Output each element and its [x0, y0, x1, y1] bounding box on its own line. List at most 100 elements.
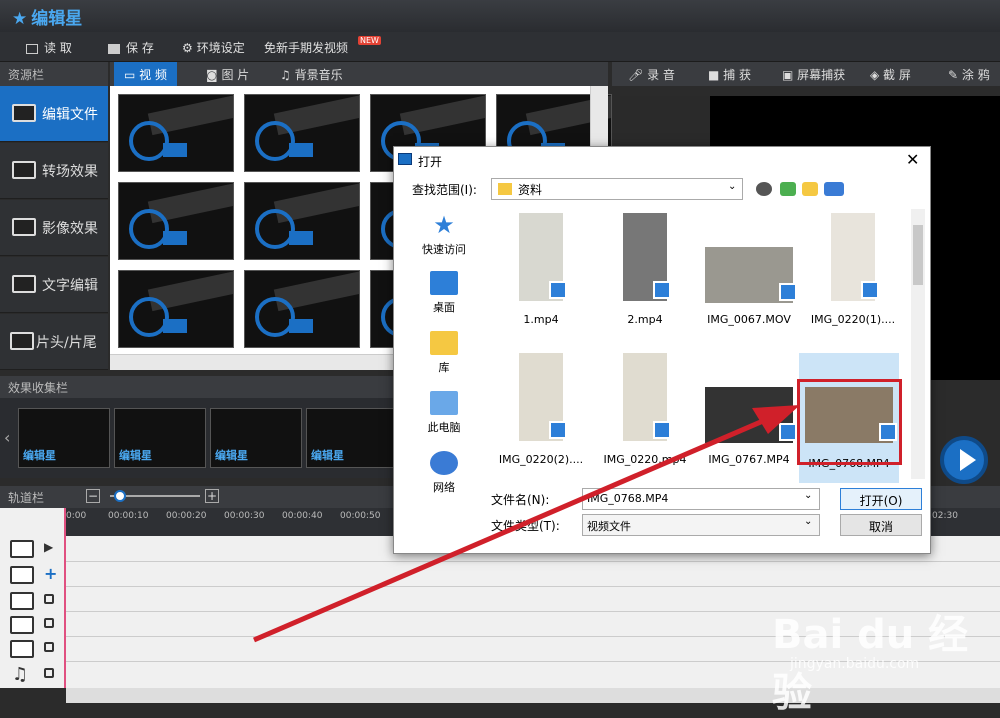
- file-name: IMG_0220(1)....: [810, 313, 896, 326]
- track-controls: ▶ + ♫: [0, 508, 66, 688]
- settings-menu[interactable]: ⚙ 环境设定: [182, 39, 245, 56]
- tab-video[interactable]: ▭ 视 频: [114, 62, 177, 86]
- new-folder-icon[interactable]: [802, 182, 818, 196]
- sidebar-item-edit-files[interactable]: 编辑文件: [0, 86, 108, 142]
- sidebar-item-label: 文字编辑: [42, 278, 98, 294]
- screen-capture-button[interactable]: ▣ 屏幕捕获: [782, 66, 845, 83]
- add-icon[interactable]: +: [44, 564, 57, 583]
- effect-item[interactable]: 编辑星: [210, 408, 302, 468]
- place-desktop[interactable]: 桌面: [412, 271, 476, 315]
- free-video-menu[interactable]: 免新手期发视频: [264, 39, 348, 56]
- place-this-pc[interactable]: 此电脑: [412, 391, 476, 435]
- place-library[interactable]: 库: [412, 331, 476, 375]
- filename-label: 文件名(N):: [491, 493, 550, 507]
- media-thumb[interactable]: [244, 182, 360, 260]
- camera-icon: ◙: [206, 68, 222, 82]
- file-item[interactable]: IMG_0067.MOV: [699, 209, 799, 339]
- file-name: 2.mp4: [627, 313, 663, 326]
- resource-panel-header: 资源栏: [0, 62, 108, 86]
- tab-image[interactable]: ◙ 图 片: [196, 62, 259, 86]
- ruler-tick: 0:00: [66, 511, 87, 521]
- file-item[interactable]: IMG_0220(2)....: [491, 349, 591, 479]
- media-thumb[interactable]: [118, 270, 234, 348]
- media-thumb[interactable]: [244, 94, 360, 172]
- ruler-tick: 00:00:30: [224, 511, 265, 521]
- screenshot-icon: ◈: [870, 68, 884, 82]
- place-quick-access[interactable]: ★ 快速访问: [412, 213, 476, 257]
- right-toolbar: 🎤︎ 录 音 ■ 捕 获 ▣ 屏幕捕获 ◈ 截 屏 ✎ 涂 鸦: [612, 62, 1000, 86]
- app-icon: [398, 153, 412, 165]
- save-menu[interactable]: 保 存: [108, 39, 154, 56]
- place-network[interactable]: 网络: [412, 451, 476, 495]
- file-thumbnail: [623, 213, 671, 301]
- sidebar-item-image-effects[interactable]: 影像效果: [0, 200, 108, 256]
- video-file-icon: [861, 281, 879, 299]
- media-thumb[interactable]: [118, 182, 234, 260]
- file-name: IMG_0220(2)....: [498, 453, 584, 466]
- back-icon[interactable]: [756, 182, 772, 196]
- sidebar-item-transitions[interactable]: 转场效果: [0, 143, 108, 199]
- capture-label: 捕 获: [723, 68, 751, 82]
- place-label: 网络: [433, 481, 455, 494]
- chevron-down-icon[interactable]: ⌄: [804, 516, 812, 527]
- open-menu[interactable]: 读 取: [26, 39, 72, 56]
- screenshot-button[interactable]: ◈ 截 屏: [870, 66, 911, 83]
- effect-item[interactable]: 编辑星: [306, 408, 398, 468]
- file-list-vscroll[interactable]: [911, 209, 925, 479]
- brush-icon: ✎: [948, 68, 962, 82]
- sidebar-item-intro-outro[interactable]: 片头/片尾: [0, 314, 108, 370]
- capture-button[interactable]: ■ 捕 获: [708, 66, 751, 83]
- star-icon: ★: [12, 9, 28, 29]
- chevron-down-icon[interactable]: ⌄: [804, 490, 812, 501]
- chevron-left-icon[interactable]: ‹: [4, 428, 10, 447]
- cancel-button[interactable]: 取消: [840, 514, 922, 536]
- ruler-tick: 00:00:20: [166, 511, 207, 521]
- video-file-icon: [779, 283, 797, 301]
- tab-bgm[interactable]: ♫ 背景音乐: [270, 62, 353, 86]
- file-item[interactable]: IMG_0220.mp4: [595, 349, 695, 479]
- folder-icon: [26, 43, 38, 54]
- lock-icon[interactable]: [44, 668, 54, 678]
- film-icon: [12, 104, 36, 122]
- sidebar-item-text-edit[interactable]: 文字编辑: [0, 257, 108, 313]
- close-icon[interactable]: ✕: [906, 150, 919, 169]
- file-thumbnail: [519, 353, 567, 441]
- media-thumb[interactable]: [244, 270, 360, 348]
- file-item[interactable]: 1.mp4: [491, 209, 591, 339]
- video-file-icon: [653, 281, 671, 299]
- up-folder-icon[interactable]: [780, 182, 796, 196]
- paint-button[interactable]: ✎ 涂 鸦: [948, 66, 990, 83]
- chevron-down-icon[interactable]: ⌄: [728, 181, 736, 192]
- zoom-out-button[interactable]: −: [86, 489, 100, 503]
- effect-item[interactable]: 编辑星: [18, 408, 110, 468]
- view-menu-icon[interactable]: [824, 182, 844, 196]
- intro-outro-icon: [10, 332, 34, 350]
- lookin-label: 查找范围(I):: [412, 183, 477, 197]
- monitor-icon: ▣: [782, 68, 798, 82]
- filetype-select[interactable]: 视频文件: [582, 514, 820, 536]
- lock-icon[interactable]: [44, 642, 54, 652]
- filename-input[interactable]: IMG_0768.MP4: [582, 488, 820, 510]
- media-thumb[interactable]: [118, 94, 234, 172]
- play-icon[interactable]: ▶: [44, 540, 53, 554]
- lookin-value: 资料: [518, 183, 543, 197]
- zoom-slider-handle[interactable]: [114, 490, 126, 502]
- effect-item[interactable]: 编辑星: [114, 408, 206, 468]
- paint-label: 涂 鸦: [961, 68, 990, 82]
- app-title-text: 编辑星: [31, 9, 83, 29]
- tab-label: 图 片: [221, 68, 250, 82]
- open-file-dialog: 打开 ✕ 查找范围(I): 资料 ⌄ ★ 快速访问 桌面 库 此电脑 网络 1.m…: [393, 146, 931, 554]
- lock-icon[interactable]: [44, 594, 54, 604]
- open-button[interactable]: 打开(O): [840, 488, 922, 510]
- file-item[interactable]: IMG_0220(1)....: [803, 209, 903, 339]
- lock-icon[interactable]: [44, 618, 54, 628]
- file-item[interactable]: IMG_0767.MP4: [699, 349, 799, 479]
- ruler-tick: 02:30: [932, 511, 958, 521]
- scroll-thumb[interactable]: [913, 225, 923, 285]
- text-track-icon: [10, 640, 34, 658]
- play-icon: [960, 449, 976, 471]
- zoom-in-button[interactable]: +: [205, 489, 219, 503]
- record-button[interactable]: 🎤︎ 录 音: [628, 66, 675, 83]
- file-item[interactable]: 2.mp4: [595, 209, 695, 339]
- save-icon: [108, 43, 120, 54]
